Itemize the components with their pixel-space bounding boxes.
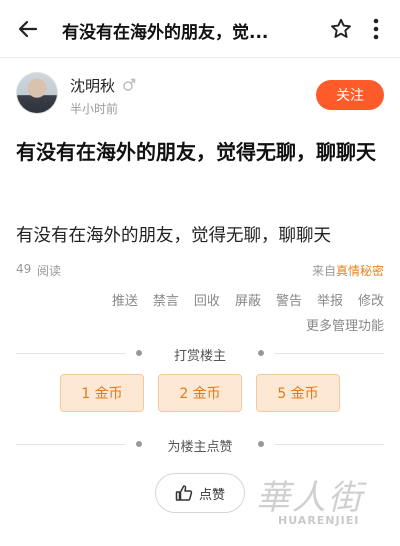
- admin-report-button[interactable]: 举报: [317, 290, 343, 309]
- thumbs-up-icon: [175, 485, 193, 501]
- post-title: 有没有在海外的朋友，觉得无聊，聊聊天: [16, 140, 376, 164]
- read-label: 阅读: [37, 264, 62, 278]
- admin-edit-button[interactable]: 修改: [358, 290, 384, 309]
- post-meta: 49 阅读 来自真情秘密: [16, 262, 384, 280]
- reward-5-coin-button[interactable]: 5 金币: [256, 374, 340, 412]
- follow-button[interactable]: 关注: [316, 80, 384, 110]
- star-outline-icon: [331, 18, 351, 38]
- admin-actions: 推送 禁言 回收 屏蔽 警告 举报 修改: [112, 290, 384, 309]
- admin-warn-button[interactable]: 警告: [276, 290, 302, 309]
- admin-push-button[interactable]: 推送: [112, 290, 138, 309]
- like-button[interactable]: 点赞: [155, 473, 245, 513]
- post-time: 半小时前: [70, 102, 119, 116]
- admin-mute-button[interactable]: 禁言: [153, 290, 179, 309]
- vertical-ellipsis-icon: [373, 18, 379, 40]
- admin-more-button[interactable]: 更多管理功能: [306, 315, 384, 334]
- reward-divider: 打赏楼主: [16, 345, 384, 364]
- read-count: 49: [16, 262, 32, 276]
- like-label: 点赞: [198, 487, 225, 503]
- admin-recycle-button[interactable]: 回收: [194, 290, 220, 309]
- more-options-button[interactable]: [362, 15, 390, 43]
- source-link[interactable]: 真情秘密: [336, 264, 384, 278]
- like-heading: 为楼主点赞: [167, 440, 233, 455]
- divider-dot: [258, 441, 264, 447]
- admin-block-button[interactable]: 屏蔽: [235, 290, 261, 309]
- post-body: 有没有在海外的朋友，觉得无聊，聊聊天: [16, 226, 331, 246]
- divider-line: [274, 353, 384, 354]
- site-watermark: 華人街 HUARENJIEI: [250, 470, 395, 536]
- watermark-text: HUARENJIEI: [278, 514, 360, 527]
- arrow-left-icon: [18, 20, 38, 38]
- divider-dot: [258, 350, 264, 356]
- post-source: 来自真情秘密: [312, 262, 384, 279]
- page-title: 有没有在海外的朋友，觉...: [62, 23, 269, 43]
- author-avatar[interactable]: [16, 72, 58, 114]
- top-bar: 有没有在海外的朋友，觉...: [0, 0, 400, 58]
- reward-1-coin-button[interactable]: 1 金币: [60, 374, 144, 412]
- source-prefix: 来自: [311, 264, 336, 278]
- back-button[interactable]: [14, 15, 42, 43]
- author-name[interactable]: 沈明秋: [70, 75, 115, 96]
- reward-heading: 打赏楼主: [173, 349, 226, 364]
- like-divider: 为楼主点赞: [16, 436, 384, 455]
- favorite-button[interactable]: [327, 15, 355, 43]
- watermark-logo: 華人街: [256, 478, 364, 518]
- male-icon: [123, 78, 136, 91]
- divider-line: [274, 444, 384, 445]
- reward-2-coin-button[interactable]: 2 金币: [158, 374, 242, 412]
